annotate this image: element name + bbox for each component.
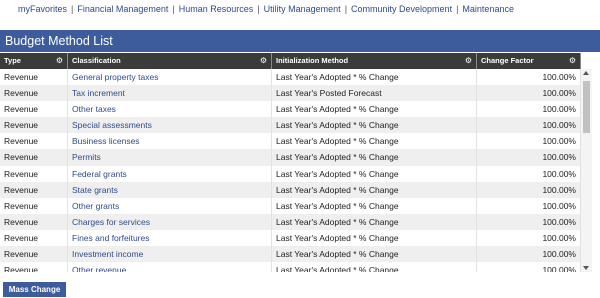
mass-change-button[interactable]: Mass Change: [3, 282, 66, 297]
gear-icon[interactable]: ⚙: [569, 53, 576, 69]
cell-change-factor: 100.00%: [477, 246, 581, 263]
cell-initialization-method: Last Year's Adopted * % Change: [272, 262, 477, 272]
cell-change-factor: 100.00%: [477, 133, 581, 150]
cell-change-factor: 100.00%: [477, 101, 581, 118]
column-header-label: Type: [4, 56, 21, 65]
cell-change-factor: 100.00%: [477, 229, 581, 247]
cell-change-factor: 100.00%: [477, 149, 581, 166]
nav-maintenance[interactable]: Maintenance: [462, 4, 514, 14]
cell-initialization-method: Last Year's Adopted * % Change: [272, 101, 477, 118]
cell-change-factor: 100.00%: [477, 69, 581, 86]
cell-type: Revenue: [0, 69, 68, 86]
cell-type: Revenue: [0, 149, 68, 166]
cell-type: Revenue: [0, 197, 68, 214]
cell-type: Revenue: [0, 101, 68, 118]
column-header-label: Initialization Method: [276, 56, 349, 65]
nav-community-development[interactable]: Community Development: [351, 4, 452, 14]
cell-change-factor: 100.00%: [477, 262, 581, 272]
nav-utility-management[interactable]: Utility Management: [264, 4, 341, 14]
cell-classification[interactable]: Special assessments: [68, 117, 272, 134]
cell-classification[interactable]: Tax increment: [68, 85, 272, 102]
table-row[interactable]: Revenue State grants Last Year's Adopted *…: [0, 181, 581, 198]
scroll-down-arrow-icon[interactable]: [583, 266, 589, 270]
column-header-label: Change Factor: [481, 56, 534, 65]
table-row[interactable]: Revenue General property taxes Last Year's…: [0, 69, 581, 86]
column-header-initialization-method[interactable]: Initialization Method ⚙: [272, 53, 477, 69]
gear-icon[interactable]: ⚙: [465, 53, 472, 69]
cell-classification[interactable]: Other taxes: [68, 101, 272, 118]
nav-separator: |: [456, 3, 459, 14]
cell-initialization-method: Last Year's Adopted * % Change: [272, 133, 477, 150]
cell-initialization-method: Last Year's Adopted * % Change: [272, 181, 477, 198]
cell-classification[interactable]: Permits: [68, 149, 272, 166]
cell-type: Revenue: [0, 165, 68, 182]
cell-type: Revenue: [0, 133, 68, 150]
scrollbar-thumb[interactable]: [583, 81, 590, 133]
cell-type: Revenue: [0, 229, 68, 247]
cell-change-factor: 100.00%: [477, 181, 581, 198]
table-row[interactable]: Revenue Investment income Last Year's Adop…: [0, 246, 581, 263]
column-header-type[interactable]: Type ⚙: [0, 53, 68, 69]
gear-icon[interactable]: ⚙: [56, 53, 63, 69]
cell-classification[interactable]: General property taxes: [68, 69, 272, 86]
cell-classification[interactable]: Other revenue: [68, 262, 272, 272]
gear-icon[interactable]: ⚙: [260, 53, 267, 69]
grid-body: Revenue General property taxes Last Year's…: [0, 69, 581, 272]
cell-initialization-method: Last Year's Adopted * % Change: [272, 213, 477, 230]
table-row[interactable]: Revenue Business licenses Last Year's Adop…: [0, 133, 581, 150]
cell-initialization-method: Last Year's Adopted * % Change: [272, 165, 477, 182]
cell-type: Revenue: [0, 117, 68, 134]
nav-separator: |: [344, 3, 348, 14]
table-row[interactable]: Revenue Other revenue Last Year's Adopted …: [0, 262, 581, 272]
cell-change-factor: 100.00%: [477, 117, 581, 134]
nav-separator: |: [71, 3, 74, 14]
grid-scrollbar[interactable]: [581, 69, 592, 272]
cell-classification[interactable]: Charges for services: [68, 213, 272, 230]
cell-type: Revenue: [0, 181, 68, 198]
cell-classification[interactable]: Other grants: [68, 197, 272, 214]
column-header-label: Classification: [72, 56, 121, 65]
cell-classification[interactable]: State grants: [68, 181, 272, 198]
cell-classification[interactable]: Federal grants: [68, 165, 272, 182]
table-row[interactable]: Revenue Charges for services Last Year's A…: [0, 213, 581, 230]
cell-type: Revenue: [0, 246, 68, 263]
table-row[interactable]: Revenue Other grants Last Year's Adopted *…: [0, 197, 581, 214]
cell-change-factor: 100.00%: [477, 85, 581, 102]
cell-initialization-method: Last Year's Adopted * % Change: [272, 197, 477, 214]
table-row[interactable]: Revenue Fines and forfeitures Last Year's …: [0, 229, 581, 247]
cell-classification[interactable]: Business licenses: [68, 133, 272, 150]
cell-change-factor: 100.00%: [477, 213, 581, 230]
nav-human-resources[interactable]: Human Resources: [179, 4, 254, 14]
grid-header: Type ⚙ Classification ⚙ Initialization M…: [0, 53, 581, 69]
nav-separator: |: [172, 3, 175, 14]
cell-initialization-method: Last Year's Posted Forecast: [272, 85, 477, 102]
scroll-up-arrow-icon[interactable]: [583, 71, 589, 75]
cell-type: Revenue: [0, 213, 68, 230]
cell-change-factor: 100.00%: [477, 165, 581, 182]
cell-type: Revenue: [0, 262, 68, 272]
top-navigation: myFavorites | Financial Management | Hum…: [0, 0, 600, 17]
cell-initialization-method: Last Year's Adopted * % Change: [272, 149, 477, 166]
cell-initialization-method: Last Year's Adopted * % Change: [272, 117, 477, 134]
cell-change-factor: 100.00%: [477, 197, 581, 214]
page-title: Budget Method List: [0, 30, 600, 52]
table-row[interactable]: Revenue Federal grants Last Year's Adopted…: [0, 165, 581, 182]
column-header-change-factor[interactable]: Change Factor ⚙: [477, 53, 581, 69]
table-row[interactable]: Revenue Special assessments Last Year's Ad…: [0, 117, 581, 134]
nav-separator: |: [257, 3, 260, 14]
cell-initialization-method: Last Year's Adopted * % Change: [272, 229, 477, 247]
table-row[interactable]: Revenue Permits Last Year's Adopted * % Ch…: [0, 149, 581, 166]
cell-classification[interactable]: Investment income: [68, 246, 272, 263]
cell-classification[interactable]: Fines and forfeitures: [68, 229, 272, 247]
cell-initialization-method: Last Year's Adopted * % Change: [272, 246, 477, 263]
nav-financial-management[interactable]: Financial Management: [77, 4, 168, 14]
column-header-classification[interactable]: Classification ⚙: [68, 53, 272, 69]
cell-initialization-method: Last Year's Adopted * % Change: [272, 69, 477, 86]
budget-method-grid: Type ⚙ Classification ⚙ Initialization M…: [0, 53, 581, 272]
cell-type: Revenue: [0, 85, 68, 102]
nav-myfavorites[interactable]: myFavorites: [18, 4, 67, 14]
table-row[interactable]: Revenue Other taxes Last Year's Adopted * …: [0, 101, 581, 118]
table-row[interactable]: Revenue Tax increment Last Year's Posted F…: [0, 85, 581, 102]
